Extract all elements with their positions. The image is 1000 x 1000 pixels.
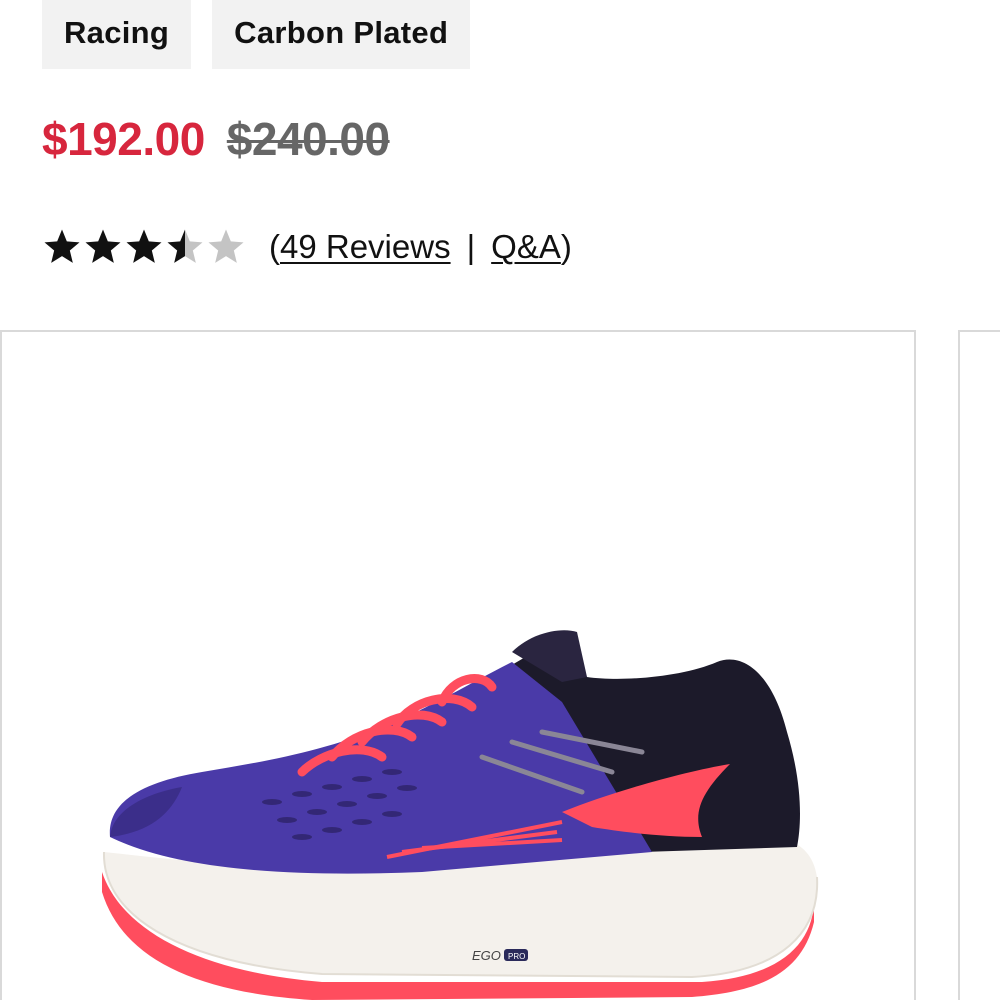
star-half-icon — [167, 229, 203, 263]
star-full-icon — [85, 229, 121, 263]
price-row: $192.00 $240.00 — [42, 112, 390, 166]
sole-logo-suffix: PRO — [508, 952, 525, 961]
star-full-icon — [126, 229, 162, 263]
close-paren: ) — [560, 228, 572, 265]
shoe-image: EGO PRO — [102, 630, 819, 1000]
review-links: ( 49 Reviews | Q&A ) — [269, 228, 572, 266]
sale-price: $192.00 — [42, 113, 205, 165]
tag-racing[interactable]: Racing — [42, 0, 192, 69]
product-detail-page: Racing Carbon Plated $192.00 $240.00 (4… — [0, 0, 1000, 1000]
next-image-card[interactable] — [958, 330, 1000, 1000]
qa-link[interactable]: Q&A — [491, 228, 561, 266]
rating-row: ( 49 Reviews | Q&A ) — [42, 222, 572, 272]
original-price: $240.00 — [226, 113, 390, 165]
open-paren: ( — [269, 228, 280, 265]
tag-carbon-plated[interactable]: Carbon Plated — [212, 0, 471, 69]
tag-list: Racing Carbon Plated — [42, 0, 471, 69]
star-full-icon — [44, 229, 80, 263]
reviews-link[interactable]: 49 Reviews — [280, 228, 451, 266]
star-empty-icon — [208, 229, 244, 263]
link-separator: | — [466, 228, 476, 265]
product-image-card[interactable]: EGO PRO — [0, 330, 916, 1000]
star-rating[interactable] — [42, 227, 247, 267]
sole-logo: EGO — [472, 948, 501, 963]
